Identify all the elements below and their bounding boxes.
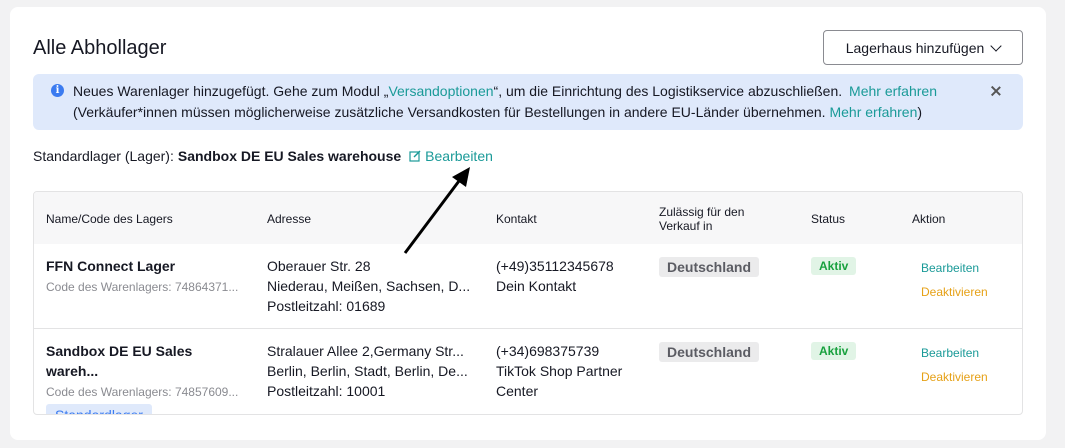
info-icon: i (51, 84, 64, 97)
postal-code: Postleitzahl: 10001 (267, 383, 386, 399)
add-warehouse-label: Lagerhaus hinzufügen (845, 39, 985, 56)
info-banner: i Neues Warenlager hinzugefügt. Gehe zum… (33, 74, 1023, 130)
warehouse-name-cell: FFN Connect Lager Code des Warenlagers: … (46, 256, 246, 297)
default-warehouse-edit-button[interactable]: Bearbeiten (409, 148, 493, 164)
close-icon[interactable] (989, 84, 1003, 98)
banner-line-1: Neues Warenlager hinzugefügt. Gehe zum M… (73, 81, 937, 102)
address-line: Niederau, Meißen, Sachsen, D... (267, 278, 471, 294)
contact-name: TikTok Shop Partner (496, 363, 623, 379)
learn-more-link[interactable]: Mehr erfahren (849, 83, 937, 99)
col-allowed-header: Zulässig für den Verkauf in (659, 205, 744, 233)
table-header: Name/Code des Lagers Adresse Kontakt Zul… (34, 192, 1022, 244)
banner-text: ) (917, 104, 923, 120)
address-line: Berlin, Berlin, Stadt, Berlin, De... (267, 363, 468, 379)
banner-line-2: (Verkäufer*innen müssen möglicherweise z… (73, 102, 922, 123)
table-row: Sandbox DE EU Sales wareh... Code des Wa… (34, 329, 1022, 414)
warehouse-card: Alle Abhollager Lagerhaus hinzufügen i N… (10, 7, 1046, 440)
status-badge: Aktiv (811, 342, 857, 360)
add-warehouse-button[interactable]: Lagerhaus hinzufügen (823, 30, 1023, 65)
learn-more-link-2[interactable]: Mehr erfahren (829, 104, 917, 120)
chevron-down-icon (990, 39, 1002, 52)
contact-name: Center (496, 383, 539, 399)
banner-text: (Verkäufer*innen müssen möglicherweise z… (73, 104, 826, 120)
warehouse-name: Sandbox DE EU Sales wareh... (46, 343, 193, 379)
contact-name: Dein Kontakt (496, 278, 577, 294)
col-allowed-line-1: Zulässig für den (659, 205, 745, 219)
warehouse-name: FFN Connect Lager (46, 258, 176, 274)
postal-code: Postleitzahl: 01689 (267, 298, 386, 314)
table-row: FFN Connect Lager Code des Warenlagers: … (34, 244, 1022, 329)
deactivate-button[interactable]: Deaktivieren (921, 285, 988, 299)
address-line: Stralauer Allee 2,Germany Str... (267, 343, 464, 359)
status-badge: Aktiv (811, 257, 857, 275)
edit-icon (409, 150, 421, 162)
country-badge: Deutschland (659, 342, 760, 362)
contact-cell: (+34)698375739 TikTok Shop Partner Cente… (496, 341, 622, 401)
default-warehouse-name: Sandbox DE EU Sales warehouse (177, 148, 402, 164)
col-action-header: Aktion (912, 212, 946, 226)
edit-button[interactable]: Bearbeiten (921, 261, 979, 275)
address-cell: Stralauer Allee 2,Germany Str... Berlin,… (267, 341, 468, 401)
country-badge: Deutschland (659, 257, 760, 277)
banner-text: “, um die Einrichtung des Logistikservic… (493, 83, 843, 99)
col-address-header: Adresse (267, 212, 312, 226)
page-title: Alle Abhollager (33, 37, 167, 59)
default-warehouse-row: Standardlager (Lager): Sandbox DE EU Sal… (33, 148, 493, 164)
contact-cell: (+49)35112345678 Dein Kontakt (496, 256, 614, 296)
contact-phone: (+49)35112345678 (496, 258, 614, 274)
col-allowed-line-2: Verkauf in (659, 219, 713, 233)
warehouse-code: Code des Warenlagers: 74857609... (46, 385, 239, 399)
annotation-arrow (403, 167, 470, 254)
default-warehouse-label: Standardlager (Lager): (33, 148, 174, 164)
default-warehouse-tag: Standardlager (46, 404, 152, 414)
banner-text: Neues Warenlager hinzugefügt. Gehe zum M… (73, 83, 389, 99)
shipping-options-link[interactable]: Versandoptionen (388, 83, 493, 99)
col-contact-header: Kontakt (496, 212, 537, 226)
deactivate-button[interactable]: Deaktivieren (921, 370, 988, 384)
edit-button[interactable]: Bearbeiten (921, 346, 979, 360)
warehouse-table: Name/Code des Lagers Adresse Kontakt Zul… (33, 191, 1023, 415)
contact-phone: (+34)698375739 (496, 343, 600, 359)
warehouse-name-cell: Sandbox DE EU Sales wareh... Code des Wa… (46, 341, 246, 414)
col-status-header: Status (811, 212, 846, 226)
col-name-header: Name/Code des Lagers (46, 212, 173, 226)
warehouse-code: Code des Warenlagers: 74864371... (46, 280, 239, 294)
edit-label: Bearbeiten (425, 148, 493, 164)
